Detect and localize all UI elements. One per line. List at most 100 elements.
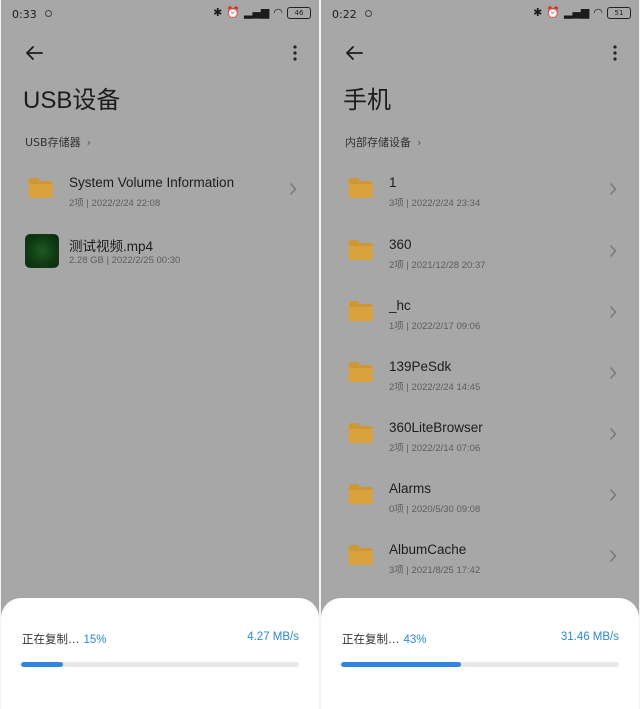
alarm-icon: ⏰ (546, 6, 560, 19)
item-size: 2.28 GB (69, 255, 104, 266)
battery-indicator: 51 (607, 7, 631, 19)
panel-usb-device: 0:33 ✱ ⏰ ▂▄▆ ◠ 46 USB设备 USB存储器 › System … (1, 0, 319, 709)
item-date: 2022/2/24 23:34 (411, 198, 481, 209)
bluetooth-icon: ✱ (533, 6, 543, 19)
item-meta: 2项 | 2022/2/14 07:06 (389, 443, 481, 454)
progress-fill (341, 662, 461, 667)
item-name: 测试视频.mp4 (69, 239, 154, 254)
item-name: 139PeSdk (389, 359, 452, 374)
chevron-right-icon (289, 183, 297, 195)
item-meta: 1项 | 2022/2/17 09:06 (389, 321, 481, 332)
breadcrumb-label: 内部存储设备 (345, 136, 411, 149)
progress-fill (21, 662, 63, 667)
list-item[interactable]: 测试视频.mp4 2.28 GB | 2022/2/25 00:30 (1, 220, 319, 280)
item-count: 0项 (389, 504, 404, 515)
signal-icon: ▂▄▆ (244, 6, 270, 19)
battery-indicator: 46 (287, 7, 311, 19)
wifi-icon: ◠ (273, 6, 283, 19)
item-meta: 2项 | 2022/2/24 22:08 (69, 198, 161, 209)
breadcrumb[interactable]: USB存储器 › (25, 134, 91, 150)
more-vertical-icon[interactable] (291, 44, 299, 62)
more-vertical-icon[interactable] (611, 44, 619, 62)
item-date: 2021/8/25 17:42 (411, 565, 481, 576)
copy-percent: 43% (403, 634, 427, 646)
status-icons: ✱ ⏰ ▂▄▆ ◠ 46 (213, 6, 311, 20)
list-item[interactable]: AlbumCache 3项 | 2021/8/25 17:42 (321, 527, 639, 587)
item-count: 2项 (389, 443, 404, 454)
progress-bar (341, 662, 619, 667)
wifi-icon: ◠ (593, 6, 603, 19)
status-indicator-icon (45, 10, 52, 17)
bluetooth-icon: ✱ (213, 6, 223, 19)
back-arrow-icon[interactable] (23, 42, 45, 64)
list-item[interactable]: 1 3项 | 2022/2/24 23:34 (321, 160, 639, 220)
item-meta: 2项 | 2021/12/28 20:37 (389, 260, 486, 271)
item-date: 2022/2/25 00:30 (111, 255, 181, 266)
status-icons: ✱ ⏰ ▂▄▆ ◠ 51 (533, 6, 631, 20)
item-date: 2022/2/24 22:08 (91, 198, 161, 209)
item-name: System Volume Information (69, 175, 235, 190)
chevron-right-icon (609, 183, 617, 195)
item-name: Alarms (389, 481, 432, 496)
status-time: 0:33 (12, 8, 37, 21)
list-item[interactable]: _hc 1项 | 2022/2/17 09:06 (321, 283, 639, 343)
status-bar: 0:33 ✱ ⏰ ▂▄▆ ◠ 46 (1, 0, 319, 30)
breadcrumb[interactable]: 内部存储设备 › (345, 134, 421, 150)
item-count: 1项 (389, 321, 404, 332)
list-item[interactable]: 360 2项 | 2021/12/28 20:37 (321, 222, 639, 282)
item-count: 2项 (389, 382, 404, 393)
item-name: 360 (389, 237, 412, 252)
chevron-right-icon (609, 367, 617, 379)
panel-phone: 0:22 ✱ ⏰ ▂▄▆ ◠ 51 手机 内部存储设备 › 1 3项 | 202… (321, 0, 639, 709)
chevron-right-icon (609, 306, 617, 318)
status-indicator-icon (365, 10, 372, 17)
status-bar: 0:22 ✱ ⏰ ▂▄▆ ◠ 51 (321, 0, 639, 30)
item-date: 2022/2/14 07:06 (411, 443, 481, 454)
copy-progress-sheet: 正在复制… 43% 31.46 MB/s (321, 598, 639, 709)
signal-icon: ▂▄▆ (564, 6, 590, 19)
item-count: 3项 (389, 565, 404, 576)
copy-status: 正在复制… 43% (342, 631, 427, 647)
alarm-icon: ⏰ (226, 6, 240, 19)
item-meta: 2项 | 2022/2/24 14:45 (389, 382, 481, 393)
list-item[interactable]: 139PeSdk 2项 | 2022/2/24 14:45 (321, 344, 639, 404)
page-title: USB设备 (23, 87, 121, 114)
back-arrow-icon[interactable] (343, 42, 365, 64)
item-date: 2020/5/30 09:08 (411, 504, 481, 515)
chevron-right-icon (609, 245, 617, 257)
copy-percent: 15% (83, 634, 107, 646)
chevron-right-icon (609, 428, 617, 440)
page-title: 手机 (343, 87, 391, 114)
item-name: 360LiteBrowser (389, 420, 483, 435)
folder-icon (349, 423, 373, 443)
folder-icon (349, 301, 373, 321)
list-item[interactable]: Alarms 0项 | 2020/5/30 09:08 (321, 466, 639, 526)
chevron-right-icon (609, 550, 617, 562)
item-name: _hc (389, 298, 411, 313)
copy-speed: 31.46 MB/s (560, 631, 619, 643)
item-count: 2项 (69, 198, 84, 209)
item-date: 2022/2/24 14:45 (411, 382, 481, 393)
copy-label: 正在复制… (22, 634, 80, 646)
folder-icon (349, 545, 373, 565)
item-date: 2021/12/28 20:37 (411, 260, 486, 271)
item-meta: 0项 | 2020/5/30 09:08 (389, 504, 481, 515)
copy-label: 正在复制… (342, 634, 400, 646)
chevron-right-icon (609, 489, 617, 501)
list-item[interactable]: System Volume Information 2项 | 2022/2/24… (1, 160, 319, 220)
item-count: 2项 (389, 260, 404, 271)
folder-icon (349, 240, 373, 260)
item-date: 2022/2/17 09:06 (411, 321, 481, 332)
copy-status: 正在复制… 15% (22, 631, 107, 647)
folder-icon (29, 178, 53, 198)
item-name: AlbumCache (389, 542, 467, 557)
item-count: 3项 (389, 198, 404, 209)
item-meta: 2.28 GB | 2022/2/25 00:30 (69, 255, 181, 266)
item-meta: 3项 | 2022/2/24 23:34 (389, 198, 481, 209)
folder-icon (349, 362, 373, 382)
folder-icon (349, 178, 373, 198)
video-thumbnail (25, 234, 59, 268)
list-item[interactable]: 360LiteBrowser 2项 | 2022/2/14 07:06 (321, 405, 639, 465)
breadcrumb-label: USB存储器 (25, 136, 81, 149)
copy-progress-sheet: 正在复制… 15% 4.27 MB/s (1, 598, 319, 709)
